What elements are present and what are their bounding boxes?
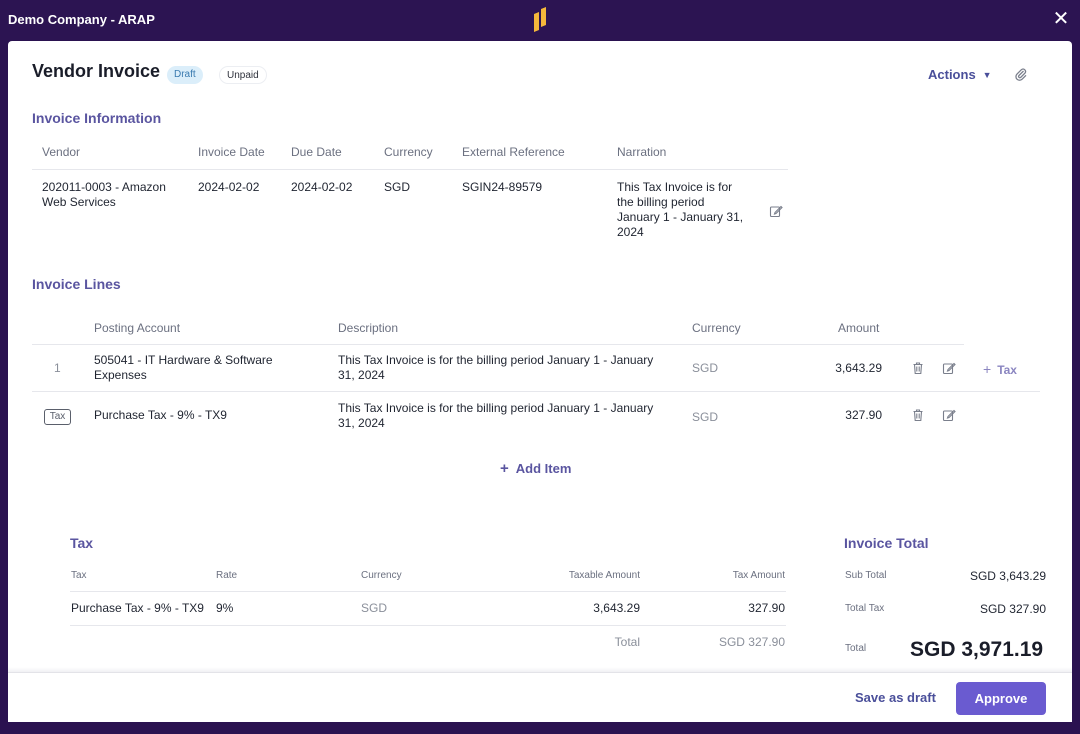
add-item-button[interactable]: + Add Item xyxy=(500,460,571,477)
due-date-value[interactable]: 2024-02-02 xyxy=(291,180,352,195)
trash-icon[interactable] xyxy=(911,408,925,422)
actions-button[interactable]: Actions ▼ xyxy=(928,67,992,82)
page-title: Vendor Invoice xyxy=(32,61,161,81)
tax-row-tax-amount: 327.90 xyxy=(748,601,785,615)
header-amount: Amount xyxy=(838,321,880,335)
currency-value[interactable]: SGD xyxy=(384,180,410,195)
invoice-lines-title: Invoice Lines xyxy=(32,276,121,292)
invoice-panel: Vendor Invoice Draft Unpaid Actions ▼ Inv… xyxy=(8,41,1072,672)
tax-section-title: Tax xyxy=(70,535,94,551)
account-line: 505041 - IT Hardware & Software xyxy=(94,353,273,367)
invoice-date-value[interactable]: 2024-02-02 xyxy=(198,180,259,195)
header-tax: Tax xyxy=(71,570,87,581)
description-line: This Tax Invoice is for the billing peri… xyxy=(338,353,654,367)
header-tax-currency: Currency xyxy=(361,570,402,581)
line-currency: SGD xyxy=(692,410,719,424)
total-tax-value: SGD 327.90 xyxy=(979,602,1046,616)
title-bar: Demo Company - ARAP ✕ xyxy=(0,0,1080,40)
header-currency: Currency xyxy=(384,145,433,159)
edit-icon[interactable] xyxy=(769,204,783,218)
plus-icon: + xyxy=(500,460,509,477)
line-description[interactable]: This Tax Invoice is for the billing peri… xyxy=(338,353,653,383)
vendor-line: 202011-0003 - Amazon xyxy=(42,180,166,194)
paperclip-icon[interactable] xyxy=(1014,67,1028,81)
divider xyxy=(70,591,786,592)
vendor-line: Web Services xyxy=(42,195,116,209)
save-as-draft-button[interactable]: Save as draft xyxy=(855,690,936,705)
vendor-value[interactable]: 202011-0003 - Amazon Web Services xyxy=(42,180,166,210)
header-line-currency: Currency xyxy=(692,321,741,335)
header-due-date: Due Date xyxy=(291,145,342,159)
app-logo-icon xyxy=(534,7,546,32)
trash-icon[interactable] xyxy=(911,361,925,375)
line-amount[interactable]: 327.90 xyxy=(808,408,882,423)
header-vendor: Vendor xyxy=(42,145,81,159)
narration-value[interactable]: This Tax Invoice is for the billing peri… xyxy=(617,180,743,240)
divider xyxy=(32,344,964,345)
chevron-down-icon: ▼ xyxy=(982,70,992,80)
divider xyxy=(70,625,786,626)
tax-total-value: SGD 327.90 xyxy=(718,635,785,649)
actions-label: Actions xyxy=(928,67,976,82)
narration-line: This Tax Invoice is for xyxy=(617,180,733,194)
description-line: 31, 2024 xyxy=(338,416,385,430)
invoice-total-title: Invoice Total xyxy=(844,535,929,551)
tax-row-currency: SGD xyxy=(361,601,388,615)
add-tax-button[interactable]: + Tax xyxy=(983,361,1017,377)
line-index: 1 xyxy=(54,361,61,375)
edit-icon[interactable] xyxy=(942,408,956,422)
divider xyxy=(32,391,1040,392)
footer-bar: Save as draft Approve xyxy=(8,672,1072,722)
status-badge-unpaid: Unpaid xyxy=(219,66,267,84)
add-tax-label: Tax xyxy=(997,363,1017,377)
grand-total-value: SGD 3,971.19 xyxy=(910,638,1044,661)
add-item-label: Add Item xyxy=(515,461,572,476)
header-description: Description xyxy=(338,321,399,335)
line-amount[interactable]: 3,643.29 xyxy=(808,361,882,376)
narration-line: the billing period xyxy=(617,195,705,209)
line-posting-account[interactable]: 505041 - IT Hardware & Software Expenses xyxy=(94,353,273,383)
tax-row-name: Purchase Tax - 9% - TX9 xyxy=(71,601,204,615)
header-external-reference: External Reference xyxy=(462,145,565,159)
description-line: 31, 2024 xyxy=(338,368,385,382)
account-line: Expenses xyxy=(94,368,147,382)
plus-icon: + xyxy=(983,361,992,377)
header-taxable-amount: Taxable Amount xyxy=(568,570,640,581)
status-badge-draft: Draft xyxy=(167,66,203,84)
line-posting-account[interactable]: Purchase Tax - 9% - TX9 xyxy=(94,408,227,423)
edit-icon[interactable] xyxy=(942,361,956,375)
header-rate: Rate xyxy=(216,570,238,581)
invoice-information-title: Invoice Information xyxy=(32,110,162,126)
divider xyxy=(32,169,788,170)
grand-total-label: Total xyxy=(845,643,867,654)
app-title: Demo Company - ARAP xyxy=(8,12,155,27)
line-currency: SGD xyxy=(692,361,719,375)
line-description[interactable]: This Tax Invoice is for the billing peri… xyxy=(338,401,653,431)
header-invoice-date: Invoice Date xyxy=(198,145,265,159)
total-tax-label: Total Tax xyxy=(845,603,885,614)
header-tax-amount: Tax Amount xyxy=(732,570,785,581)
approve-button[interactable]: Approve xyxy=(956,682,1046,715)
sub-total-label: Sub Total xyxy=(845,570,887,581)
external-reference-value[interactable]: SGIN24-89579 xyxy=(462,180,542,195)
tax-row-rate: 9% xyxy=(216,601,234,615)
tax-row-taxable-amount: 3,643.29 xyxy=(593,601,640,615)
close-icon[interactable]: ✕ xyxy=(1050,9,1072,31)
header-narration: Narration xyxy=(617,145,667,159)
description-line: This Tax Invoice is for the billing peri… xyxy=(338,401,654,415)
narration-line: January 1 - January 31, xyxy=(617,210,744,224)
narration-line: 2024 xyxy=(617,225,644,239)
header-posting-account: Posting Account xyxy=(94,321,181,335)
sub-total-value: SGD 3,643.29 xyxy=(969,569,1046,583)
tax-total-label: Total xyxy=(614,635,640,649)
tax-tag: Tax xyxy=(44,409,71,425)
